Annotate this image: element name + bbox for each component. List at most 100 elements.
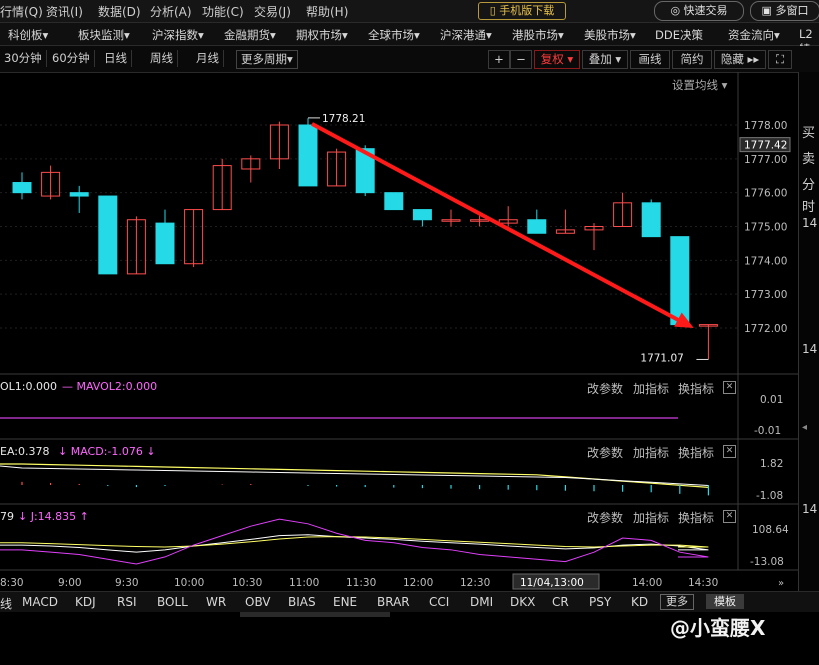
adjust-price-button[interactable]: 复权 ▾ [534,50,580,69]
template-button[interactable]: 模板 [706,594,744,609]
nav-futures[interactable]: 金融期货▾ [224,27,276,43]
fullscreen-icon[interactable]: ⛶ [768,50,792,69]
tab-cci[interactable]: CCI [429,595,449,609]
macd-add-indicator[interactable]: 加指标 [633,444,669,461]
candle-body [12,182,32,194]
multi-window-button[interactable]: ▣ 多窗口 [750,1,819,21]
macd-axis-bottom: -1.08 [756,490,783,502]
strip-fen[interactable]: 分 [802,174,815,193]
kdj-add-indicator[interactable]: 加指标 [633,509,669,526]
tab-psy[interactable]: PSY [589,595,611,609]
vol-label-2-text: MAVOL2:0.000 [76,380,158,393]
tab-ene[interactable]: ENE [333,595,357,609]
macd-edit-params[interactable]: 改参数 [587,444,623,461]
time-tick-label: 11:00 [289,577,319,589]
price-tick-label: 1775.00 [744,222,787,234]
candle-body [69,192,89,197]
mobile-download-button[interactable]: ▯ 手机版下载 [478,2,566,20]
time-tick-label: 8:30 [0,577,24,589]
time-tick-label: 14:00 [632,577,662,589]
tab-bias[interactable]: BIAS [288,595,316,609]
period-day[interactable]: 日线 [100,50,132,67]
kdj-label-2-text: J:14.835 [30,510,77,523]
period-more[interactable]: 更多周期▾ [236,50,298,69]
tab-dmi[interactable]: DMI [470,595,493,609]
macd-label-2-text: MACD:-1.076 [70,445,143,458]
nav-star-market[interactable]: 科创板▾ [8,27,48,43]
nav-global[interactable]: 全球市场▾ [368,27,420,43]
vol-add-indicator[interactable]: 加指标 [633,380,669,397]
draw-line-button[interactable]: 画线 [630,50,670,69]
time-tick-label: 9:00 [58,577,82,589]
vol-label-2: — MAVOL2:0.000 [62,380,158,393]
tab-boll[interactable]: BOLL [157,595,188,609]
price-tick-label: 1774.00 [744,255,787,267]
strip-shi[interactable]: 时 [802,196,815,215]
time-tick-label: 10:00 [174,577,204,589]
vol-switch-indicator[interactable]: 换指标 [678,380,714,397]
nav-us[interactable]: 美股市场▾ [584,27,636,43]
menu-help[interactable]: 帮助(H) [306,3,348,20]
nav-dde[interactable]: DDE决策 [655,27,703,43]
kdj-switch-indicator[interactable]: 换指标 [678,509,714,526]
tab-brar[interactable]: BRAR [377,595,410,609]
period-toolbar: 30分钟 60分钟 日线 周线 月线 更多周期▾ + − 复权 ▾ 叠加 ▾ 画… [0,46,819,73]
zoom-in-button[interactable]: + [488,50,510,69]
candle-body [155,222,175,265]
nav-index[interactable]: 沪深指数▾ [152,27,204,43]
kdj-label-1: 79 [0,510,14,523]
menu-data[interactable]: 数据(D) [98,3,141,20]
period-week[interactable]: 周线 [146,50,178,67]
overlay-button[interactable]: 叠加 ▾ [582,50,628,69]
simple-mode-button[interactable]: 简约 [672,50,712,69]
vol-close-icon[interactable]: ✕ [723,381,736,394]
tab-kd[interactable]: KD [631,595,648,609]
nav-fund-flow[interactable]: 资金流向▾ [728,27,780,43]
tab-line[interactable]: 线 [0,595,12,612]
menu-analysis[interactable]: 分析(A) [150,3,192,20]
quick-trade-button[interactable]: ◎ 快速交易 [654,1,744,21]
horizontal-scrollbar[interactable] [240,612,390,617]
tab-wr[interactable]: WR [206,595,226,609]
period-month[interactable]: 月线 [192,50,224,67]
tab-dkx[interactable]: DKX [510,595,535,609]
tab-cr[interactable]: CR [552,595,569,609]
strip-buy[interactable]: 买 [802,122,815,141]
kdj-edit-params[interactable]: 改参数 [587,509,623,526]
zoom-out-button[interactable]: − [510,50,532,69]
macd-dea-line [0,465,709,486]
vol-edit-params[interactable]: 改参数 [587,380,623,397]
nav-hk[interactable]: 港股市场▾ [512,27,564,43]
period-30min[interactable]: 30分钟 [0,50,47,67]
more-indicators-button[interactable]: 更多 [660,594,694,610]
kdj-close-icon[interactable]: ✕ [723,510,736,523]
tab-kdj[interactable]: KDJ [75,595,96,609]
collapse-arrow-icon[interactable]: ◂ [802,422,807,433]
scroll-right-icon: » [778,578,784,589]
macd-close-icon[interactable]: ✕ [723,445,736,458]
period-60min[interactable]: 60分钟 [48,50,95,67]
menu-functions[interactable]: 功能(C) [202,3,244,20]
nav-sector-monitor[interactable]: 板块监测▾ [78,27,130,43]
menu-quotes[interactable]: 行情(Q) [0,3,43,20]
tab-rsi[interactable]: RSI [117,595,137,609]
hide-panel-button[interactable]: 隐藏 ▸▸ [714,50,766,69]
candle-body [641,202,661,238]
tab-obv[interactable]: OBV [245,595,271,609]
candle-body [98,195,118,275]
menu-news[interactable]: 资讯(I) [46,3,83,20]
nav-connect[interactable]: 沪深港通▾ [440,27,492,43]
menu-trade[interactable]: 交易(J) [254,3,291,20]
strip-sell[interactable]: 卖 [802,148,815,167]
time-cursor-label: 11/04,13:00 [520,577,584,589]
indicator-tab-bar: 线 MACD KDJ RSI BOLL WR OBV BIAS ENE BRAR… [0,591,819,612]
nav-options[interactable]: 期权市场▾ [296,27,348,43]
multi-window-label: 多窗口 [775,4,809,17]
ma-settings-button[interactable]: 设置均线 ▾ [672,77,727,93]
time-tick-label: 12:30 [460,577,490,589]
tab-macd[interactable]: MACD [22,595,58,609]
macd-switch-indicator[interactable]: 换指标 [678,444,714,461]
globe-icon: ◎ [670,4,681,17]
vol-label-1: OL1:0.000 [0,380,57,393]
kdj-axis-bottom: -13.08 [750,556,784,568]
